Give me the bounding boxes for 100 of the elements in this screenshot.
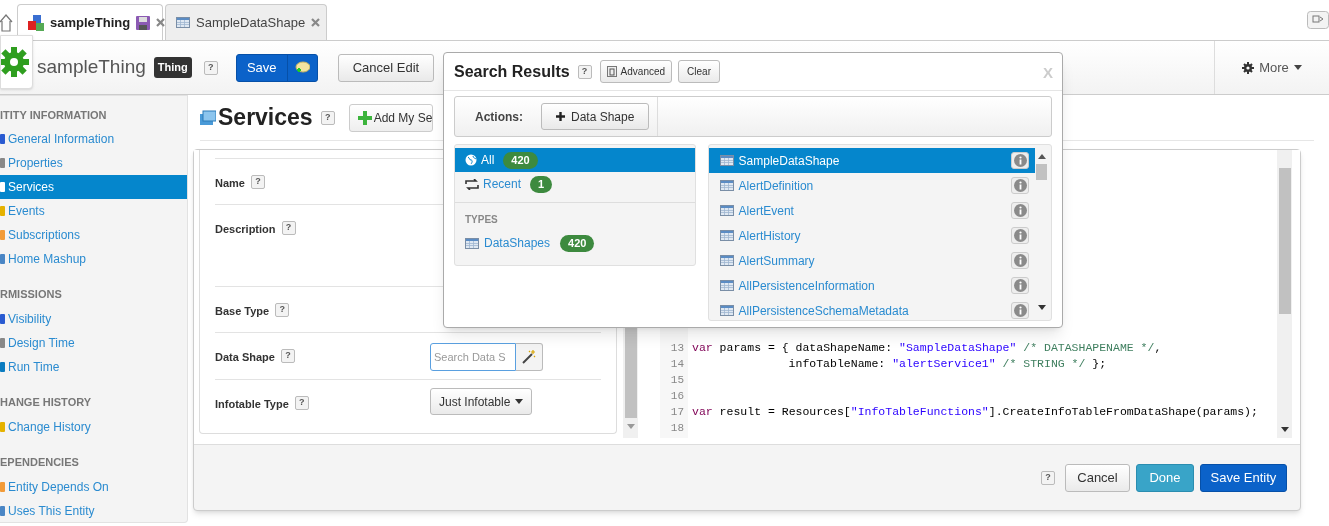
search-field[interactable]: Search Data S [430, 343, 516, 371]
sidebar-item[interactable]: Uses This Entity [0, 499, 187, 523]
code-line: var result = Resources["InfoTableFunctions"].CreateInfoTableFromDataShape(params); [692, 404, 1259, 420]
section-heading: TYPES [464, 213, 499, 227]
help-button[interactable]: ? [281, 221, 296, 235]
table-icon [719, 305, 734, 316]
more-button[interactable]: More [1214, 41, 1329, 94]
bullet-icon [0, 229, 5, 241]
plus-icon [357, 110, 372, 125]
cancel-edit-button[interactable]: Cancel Edit [337, 53, 435, 82]
type-badge: Thing [153, 57, 192, 78]
scroll-down-icon [1037, 305, 1046, 310]
sidebar-item[interactable]: Subscriptions [0, 223, 187, 247]
line-number: 18 [669, 421, 685, 436]
table-icon [719, 205, 734, 216]
bullet-icon [0, 505, 5, 517]
filter-item[interactable]: Recent 1 [455, 172, 695, 196]
result-item[interactable]: AlertEvent [708, 198, 1035, 223]
filter-item[interactable]: All 420 [455, 148, 695, 172]
save-entity-button[interactable]: Save Entity [1200, 463, 1287, 492]
type-item[interactable]: DataShapes 420 [455, 231, 695, 255]
field-label: Base Type [215, 304, 270, 319]
help-button[interactable]: ? [294, 396, 309, 410]
table-icon [719, 255, 734, 266]
tab[interactable]: sampleThing [17, 4, 163, 40]
wand-button[interactable] [516, 343, 543, 371]
scroll-down-icon [1280, 427, 1289, 432]
sidebar-item[interactable]: Change History [0, 415, 187, 439]
sidebar-item[interactable]: Events [0, 199, 187, 223]
sidebar-item[interactable]: Run Time [0, 355, 187, 379]
bullet-icon [0, 361, 5, 373]
help-button[interactable]: ? [203, 60, 218, 75]
sidebar-item[interactable]: Entity Depends On [0, 475, 187, 499]
info-icon [1013, 254, 1027, 267]
scrollbar[interactable] [1277, 150, 1292, 438]
repeat-icon [465, 178, 479, 190]
result-item[interactable]: AllPersistenceSchemaMetadata [708, 298, 1035, 320]
help-button[interactable]: ? [320, 110, 335, 125]
bullet-icon [0, 205, 5, 217]
count-badge: 420 [560, 234, 595, 252]
bullet-icon [0, 157, 5, 169]
sidebar-item[interactable]: General Information [0, 127, 187, 151]
section-heading: HANGE HISTORY [0, 395, 93, 409]
info-icon [1013, 204, 1027, 217]
help-button[interactable]: ? [577, 64, 592, 79]
help-button[interactable]: ? [275, 303, 290, 317]
plus-icon [556, 112, 565, 121]
section-heading: RMISSIONS [0, 287, 63, 301]
info-icon [1013, 154, 1027, 167]
info-icon [1013, 279, 1027, 292]
result-item[interactable]: AlertHistory [708, 223, 1035, 248]
help-button[interactable]: ? [1041, 470, 1055, 485]
sidebar-item[interactable]: Properties [0, 151, 187, 175]
result-item[interactable]: AllPersistenceInformation [708, 273, 1035, 298]
cancel-button[interactable]: Cancel [1065, 463, 1130, 492]
scroll-thumb[interactable] [1036, 164, 1047, 180]
table-icon [176, 17, 190, 28]
field-label: Data Shape [215, 350, 275, 365]
line-number: 17 [669, 405, 685, 420]
done-button[interactable]: Done [1136, 463, 1194, 492]
table-icon [719, 180, 734, 191]
info-icon [1013, 229, 1027, 242]
help-button[interactable]: ? [250, 175, 265, 189]
sidebar-item[interactable]: Home Mashup [0, 247, 187, 271]
section-heading: EPENDENCIES [0, 455, 80, 469]
code-line: infoTableName: "alertService1" /* STRING */ }; [787, 356, 1108, 372]
field-label: Infotable Type [215, 397, 289, 412]
sidebar-item[interactable]: Services [0, 175, 187, 199]
line-number: 14 [669, 357, 685, 372]
tab[interactable]: SampleDataShape [165, 4, 327, 40]
add-service-button[interactable]: Add My Se [348, 103, 433, 132]
scroll-thumb[interactable] [1278, 168, 1291, 314]
result-item[interactable]: AlertDefinition [708, 173, 1035, 198]
bullet-icon [0, 337, 5, 349]
count-badge: 1 [530, 175, 553, 193]
caret-icon [1293, 65, 1302, 70]
save-button[interactable]: Save [235, 53, 318, 82]
help-button[interactable]: ? [280, 349, 295, 363]
add-data-shape-button[interactable]: Data Shape [541, 103, 650, 130]
info-icon [1013, 304, 1027, 317]
line-number: 16 [669, 389, 685, 404]
result-item[interactable]: AlertSummary [708, 248, 1035, 273]
caret-icon [515, 399, 524, 404]
filter-icon [606, 66, 617, 77]
advanced-button[interactable]: Advanced [599, 60, 673, 83]
table-icon [719, 230, 734, 241]
table-icon [719, 280, 734, 291]
line-number: 13 [669, 341, 685, 356]
result-item[interactable]: SampleDataShape [708, 148, 1035, 173]
field-label: Description [215, 222, 276, 237]
tab-label: SampleDataShape [196, 13, 306, 32]
count-badge: 420 [503, 151, 538, 169]
clear-button[interactable]: Clear [678, 60, 720, 83]
code-line: var params = { dataShapeName: "SampleDataShape" /* DATASHAPENAME */, [692, 340, 1163, 356]
close-icon [311, 18, 321, 27]
infotable-type-dropdown[interactable]: Just Infotable [430, 388, 533, 415]
services-icon [200, 109, 216, 126]
sidebar-item[interactable]: Visibility [0, 307, 187, 331]
wand-icon [522, 350, 536, 364]
sidebar-item[interactable]: Design Time [0, 331, 187, 355]
